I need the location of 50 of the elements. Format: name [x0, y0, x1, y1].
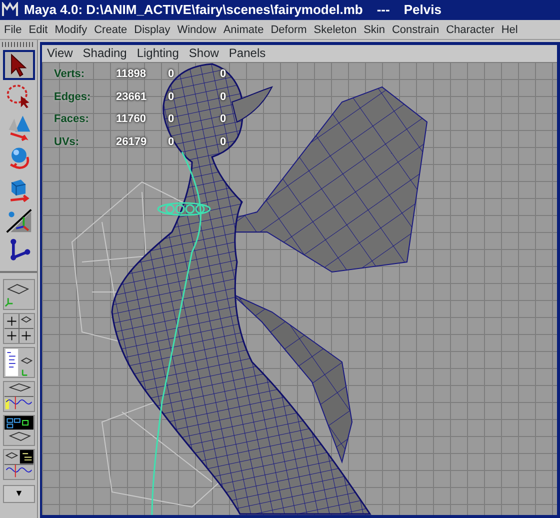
- stat-value: 0: [220, 134, 228, 150]
- perspective-graph-layout-button[interactable]: [3, 381, 35, 412]
- layout-menu-button[interactable]: ▼: [3, 484, 35, 502]
- menu-item[interactable]: Skeleton: [310, 20, 360, 39]
- four-pane-layout-button[interactable]: [3, 313, 35, 344]
- stat-value: 11898: [116, 67, 147, 82]
- stat-value: 0: [168, 134, 176, 150]
- menu-item[interactable]: Hel: [497, 20, 521, 39]
- stat-value: 23661: [116, 90, 148, 104]
- stat-value: 0: [168, 67, 176, 82]
- stat-value: 11760: [116, 112, 147, 127]
- graph-pane-icon: [4, 382, 34, 411]
- select-tool-button[interactable]: [3, 50, 35, 80]
- selected-object-name: Pelvis: [404, 1, 442, 20]
- menu-item[interactable]: Display: [130, 20, 174, 39]
- menu-item[interactable]: Edit: [24, 20, 51, 39]
- single-pane-layout-button[interactable]: [3, 279, 35, 310]
- panel-menu-item[interactable]: Lighting: [132, 45, 184, 62]
- stat-label: Edges:: [54, 90, 92, 104]
- menu-item[interactable]: Deform: [266, 20, 310, 39]
- menu-item[interactable]: File: [0, 20, 25, 39]
- stat-value: 0: [220, 90, 228, 104]
- panel-menu-item[interactable]: Show: [184, 45, 224, 62]
- panel-menu-item[interactable]: View: [42, 45, 78, 62]
- window-title: Maya 4.0: D:\ANIM_ACTIVE\fairy\scenes\fairymodel.mb: [24, 1, 363, 20]
- outliner-pane-icon: [4, 348, 34, 377]
- perspective-outliner-graph-layout-button[interactable]: [3, 449, 35, 480]
- stat-label: UVs:: [54, 134, 80, 150]
- menu-item[interactable]: Character: [442, 20, 498, 39]
- outliner-perspective-layout-button[interactable]: [3, 347, 35, 378]
- stat-value: 0: [168, 112, 176, 127]
- menu-item[interactable]: Modify: [50, 20, 90, 39]
- app-logo-icon: [2, 2, 18, 18]
- panel-menu-item[interactable]: Panels: [224, 45, 271, 62]
- panel-menu-item[interactable]: Shading: [78, 45, 132, 62]
- menu-item[interactable]: Animate: [219, 20, 267, 39]
- title-separator: ---: [376, 1, 391, 20]
- menu-item[interactable]: Window: [173, 20, 220, 39]
- menu-item[interactable]: Skin: [360, 20, 388, 39]
- stat-value: 26179: [116, 134, 148, 150]
- stat-value: 0: [220, 112, 228, 127]
- hypergraph-perspective-layout-button[interactable]: [3, 415, 35, 446]
- stat-label: Verts:: [54, 67, 86, 82]
- stat-value: 0: [220, 67, 228, 82]
- four-pane-icon: [4, 314, 34, 343]
- menu-item[interactable]: Constrain: [388, 20, 442, 39]
- menu-item[interactable]: Create: [90, 20, 130, 39]
- stat-label: Faces:: [54, 112, 90, 127]
- stat-value: 0: [168, 90, 176, 104]
- combo-pane-icon: [4, 450, 34, 479]
